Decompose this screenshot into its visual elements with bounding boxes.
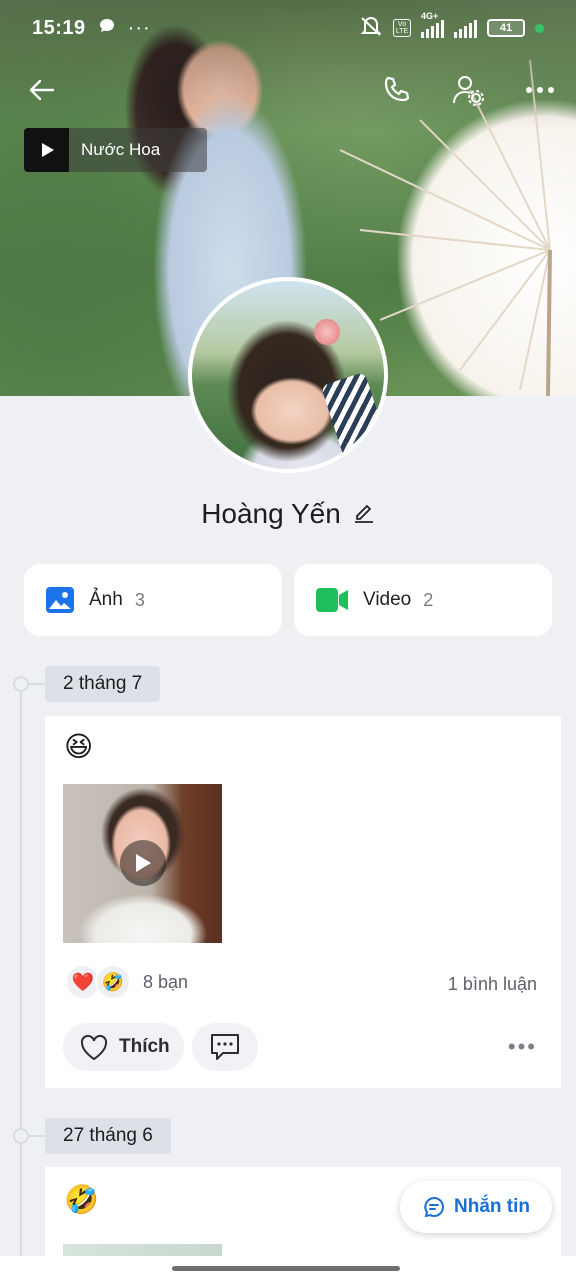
home-indicator[interactable] xyxy=(172,1266,400,1271)
reaction-count: 8 bạn xyxy=(143,971,189,992)
avatar-flower xyxy=(314,319,340,345)
more-notifications-icon: ··· xyxy=(127,16,151,39)
media-shortcuts: Ảnh 3 Video 2 xyxy=(24,564,552,636)
timeline-dot xyxy=(13,676,29,692)
privacy-dot xyxy=(535,23,544,33)
signal-icon-1: 4G+ xyxy=(421,12,444,38)
heart-outline-icon xyxy=(80,1034,108,1061)
chat-bubble-icon xyxy=(98,17,116,40)
arrow-left-icon xyxy=(29,79,55,101)
profile-settings-button[interactable] xyxy=(446,68,490,112)
send-message-label: Nhắn tin xyxy=(454,1196,530,1217)
play-button[interactable] xyxy=(120,840,166,886)
photo-icon xyxy=(46,587,74,613)
send-message-button[interactable]: Nhắn tin xyxy=(400,1181,552,1233)
timeline-tick xyxy=(29,683,45,685)
music-title: Nước Hoa xyxy=(81,140,161,159)
timeline-tick xyxy=(29,1135,45,1137)
mute-vibrate-icon xyxy=(359,15,383,42)
date-label: 27 tháng 6 xyxy=(45,1118,171,1154)
profile-name: Hoàng Yến xyxy=(201,498,341,529)
photos-card[interactable]: Ảnh 3 xyxy=(24,564,282,636)
more-options-button[interactable] xyxy=(518,68,562,112)
profile-toolbar xyxy=(0,68,576,116)
call-button[interactable] xyxy=(374,68,418,112)
phone-icon xyxy=(384,76,410,102)
post-more-button[interactable]: ••• xyxy=(508,1034,537,1060)
play-icon xyxy=(136,854,151,872)
feed-post[interactable]: 😆 ❤️ 🤣 8 bạn 1 bình luận Thích ••• xyxy=(45,716,561,1088)
user-settings-icon xyxy=(453,76,484,106)
photos-count: 3 xyxy=(134,589,145,610)
laugh-reaction-icon: 🤣 xyxy=(95,964,131,1000)
music-thumbnail xyxy=(24,128,69,172)
status-bar: 15:19 ··· Vo LTE 4G+ 41 xyxy=(0,0,576,56)
like-button[interactable]: Thích xyxy=(63,1023,184,1071)
battery-icon: 41 xyxy=(487,19,525,37)
videos-label: Video xyxy=(363,589,412,610)
timeline-line xyxy=(20,684,22,1280)
signal-icon-2 xyxy=(454,18,477,38)
timeline-dot xyxy=(13,1128,29,1144)
play-icon xyxy=(41,143,54,157)
videos-count: 2 xyxy=(423,589,434,610)
volte-icon: Vo LTE xyxy=(393,19,411,37)
like-label: Thích xyxy=(119,1036,170,1057)
post-emoji: 🤣 xyxy=(64,1184,99,1215)
post-media-thumbnail[interactable] xyxy=(63,1244,222,1256)
date-label: 2 tháng 7 xyxy=(45,666,161,702)
avatar[interactable] xyxy=(188,277,388,473)
pencil-icon xyxy=(354,504,373,523)
ellipsis-icon xyxy=(526,87,554,93)
edit-name-button[interactable] xyxy=(353,500,375,529)
video-thumbnail[interactable] xyxy=(63,784,222,943)
profile-music-button[interactable]: Nước Hoa xyxy=(24,128,207,172)
profile-name-row: Hoàng Yến xyxy=(0,498,576,530)
video-camera-icon xyxy=(316,588,348,612)
post-emoji: 😆 xyxy=(64,731,94,762)
back-button[interactable] xyxy=(20,68,64,112)
comment-button[interactable] xyxy=(192,1023,258,1071)
photos-label: Ảnh xyxy=(89,589,123,610)
videos-card[interactable]: Video 2 xyxy=(294,564,552,636)
avatar-umbrella xyxy=(320,371,384,463)
chat-bubble-icon xyxy=(424,1196,444,1218)
comment-icon xyxy=(211,1034,239,1060)
clock: 15:19 xyxy=(32,16,86,39)
comment-count-link[interactable]: 1 bình luận xyxy=(448,974,537,995)
reactions-summary[interactable]: ❤️ 🤣 8 bạn xyxy=(65,964,188,1000)
